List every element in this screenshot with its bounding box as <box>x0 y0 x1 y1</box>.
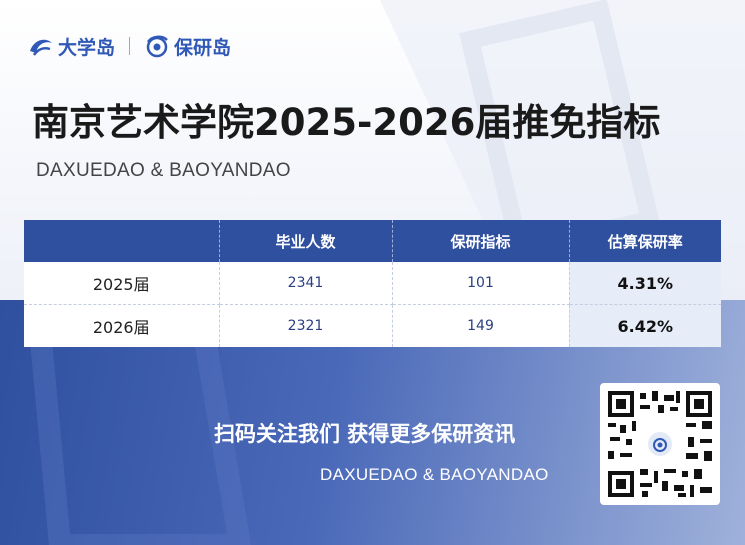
cell-year: 2025届 <box>24 262 220 305</box>
baoyandao-logo: 保研岛 <box>144 33 231 60</box>
table-header-row: 毕业人数 保研指标 估算保研率 <box>24 220 721 262</box>
daxuedao-logo-icon <box>30 39 52 56</box>
cell-graduates: 2321 <box>219 304 393 347</box>
header-quota: 保研指标 <box>392 220 570 262</box>
cell-rate: 6.42% <box>569 304 721 347</box>
logo-divider <box>129 37 131 55</box>
quota-table: 毕业人数 保研指标 估算保研率 2025届 2341 101 4.31% 202… <box>24 220 721 347</box>
cell-quota: 101 <box>392 262 570 305</box>
qr-code[interactable] <box>600 383 720 505</box>
header-year <box>24 220 220 262</box>
brand-logos: 大学岛 保研岛 <box>28 31 231 61</box>
page-subtitle: DAXUEDAO & BAOYANDAO <box>36 160 291 181</box>
cell-quota: 149 <box>392 304 570 347</box>
footer-cta: 扫码关注我们 获得更多保研资讯 <box>214 422 516 446</box>
cell-year: 2026届 <box>24 304 220 347</box>
table-row: 2025届 2341 101 4.31% <box>24 262 721 305</box>
page-title: 南京艺术学院2025-2026届推免指标 <box>32 101 661 144</box>
header-rate: 估算保研率 <box>569 220 721 262</box>
daxuedao-logo-text: 大学岛 <box>58 36 116 59</box>
header-graduates: 毕业人数 <box>219 220 393 262</box>
footer-subtitle: DAXUEDAO & BAOYANDAO <box>320 465 549 484</box>
baoyandao-logo-icon <box>146 35 168 58</box>
qr-code-icon <box>608 391 712 497</box>
daxuedao-logo: 大学岛 <box>28 33 115 60</box>
baoyandao-logo-text: 保研岛 <box>174 36 232 59</box>
cell-graduates: 2341 <box>219 262 393 305</box>
table-row: 2026届 2321 149 6.42% <box>24 304 721 347</box>
cell-rate: 4.31% <box>569 262 721 305</box>
